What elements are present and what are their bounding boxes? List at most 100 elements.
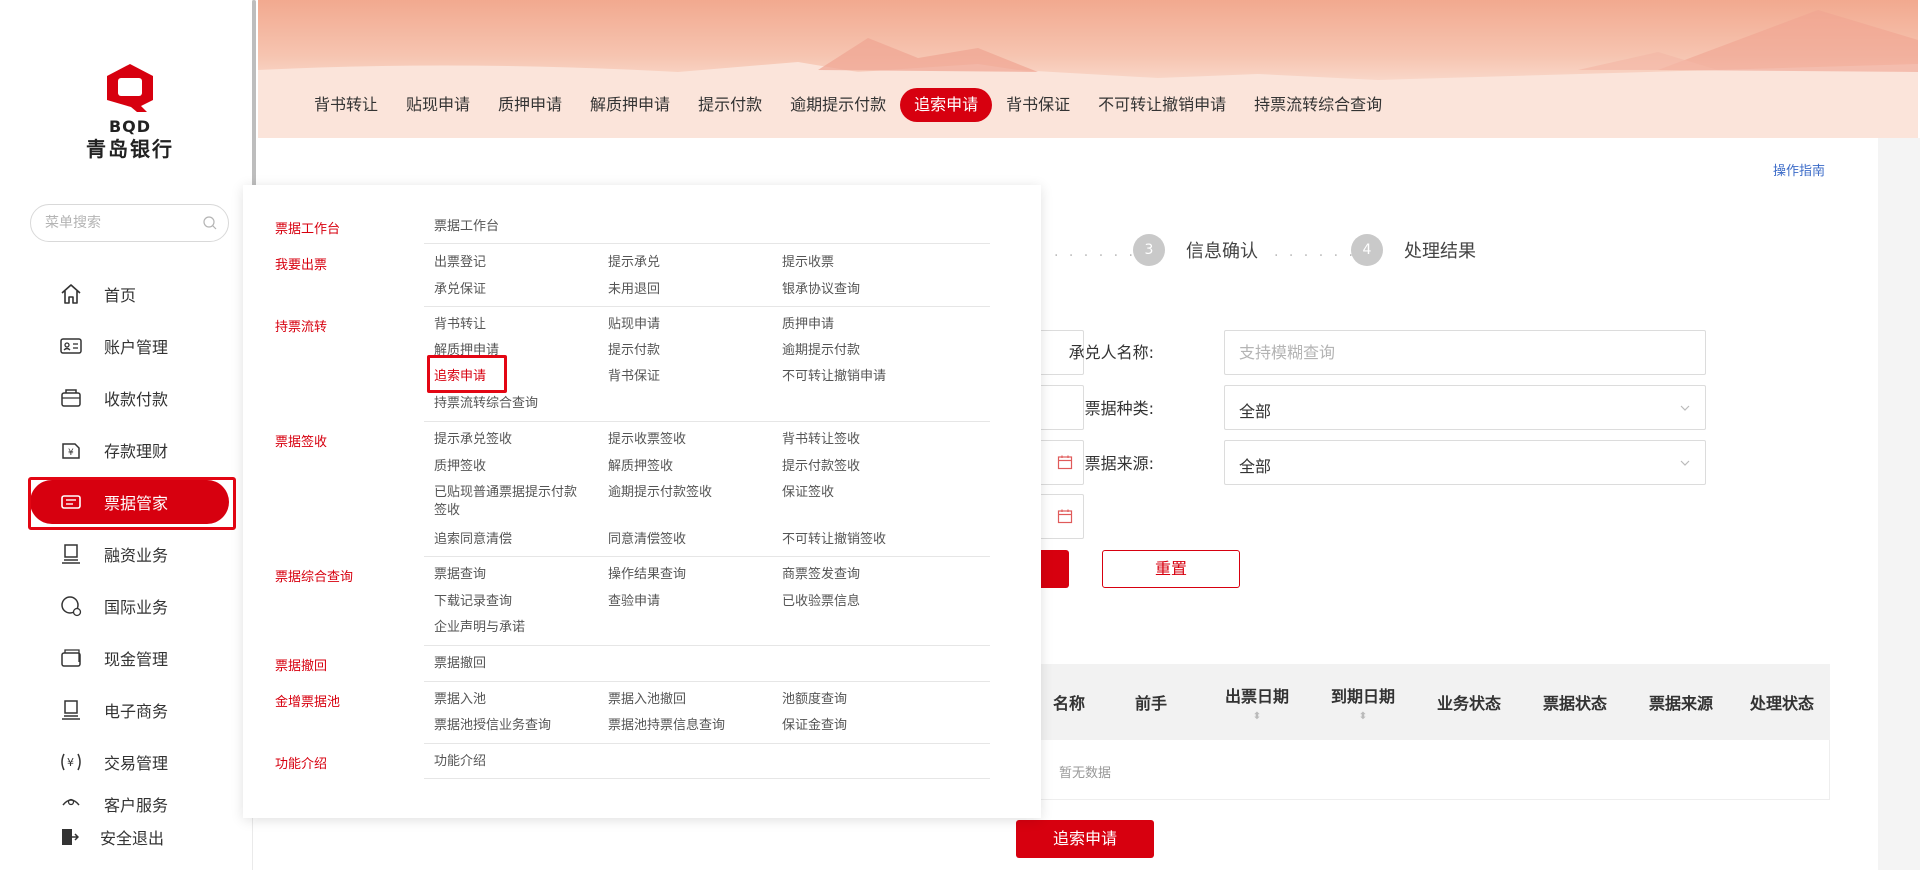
tab-endorse-guarantee[interactable]: 背书保证 xyxy=(992,88,1084,122)
tab-nontransferable-revoke[interactable]: 不可转让撤销申请 xyxy=(1084,88,1240,122)
menu-link[interactable]: 提示承兑 xyxy=(608,254,660,272)
bank-logo[interactable]: BQD 青岛银行 xyxy=(80,62,180,162)
menu-link[interactable]: 已贴现普通票据提示付款签收 xyxy=(434,484,584,520)
sidebar-item-payment[interactable]: 收款付款 xyxy=(30,376,229,420)
acceptor-field[interactable] xyxy=(1224,330,1706,375)
empty-state-text: 暂无数据 xyxy=(1059,766,1112,781)
sidebar-item-transactions[interactable]: ¥ 交易管理 xyxy=(30,740,229,784)
tab-pledge[interactable]: 质押申请 xyxy=(484,88,576,122)
acceptor-label: 承兑人名称: xyxy=(1068,343,1154,362)
calendar-icon[interactable] xyxy=(1057,508,1073,524)
sidebar: BQD 青岛银行 首页 账户管理 收款付款 ¥ 存款理财 票据管家 融资业务 国… xyxy=(0,0,253,870)
menu-link[interactable]: 票据入池 xyxy=(434,691,486,709)
tab-endorse-transfer[interactable]: 背书转让 xyxy=(300,88,392,122)
top-tabs: 背书转让 贴现申请 质押申请 解质押申请 提示付款 逾期提示付款 追索申请 背书… xyxy=(300,88,1396,122)
menu-link[interactable]: 提示付款 xyxy=(608,342,660,360)
sidebar-item-bills[interactable]: 票据管家 xyxy=(30,480,229,524)
menu-link[interactable]: 背书转让 xyxy=(434,316,486,334)
menu-link-recourse[interactable]: 追索申请 xyxy=(434,368,486,386)
menu-link[interactable]: 已收验票信息 xyxy=(782,593,860,611)
tab-discount[interactable]: 贴现申请 xyxy=(392,88,484,122)
menu-link[interactable]: 池额度查询 xyxy=(782,691,847,709)
menu-link[interactable]: 商票签发查询 xyxy=(782,566,860,584)
menu-link[interactable]: 操作结果查询 xyxy=(608,566,686,584)
menu-link[interactable]: 保证金查询 xyxy=(782,717,847,735)
menu-link[interactable]: 保证签收 xyxy=(782,484,834,502)
sidebar-item-deposit[interactable]: ¥ 存款理财 xyxy=(30,428,229,472)
menu-link[interactable]: 未用退回 xyxy=(608,281,660,299)
tab-recourse[interactable]: 追索申请 xyxy=(900,88,993,122)
th-label: 到期日期 xyxy=(1330,686,1395,706)
th-issue-date[interactable]: 出票日期 ⬍ xyxy=(1204,664,1310,740)
recourse-submit-button[interactable]: 追索申请 xyxy=(1016,820,1154,858)
tab-circulation-query[interactable]: 持票流转综合查询 xyxy=(1240,88,1396,122)
sort-icon[interactable]: ⬍ xyxy=(1359,711,1367,722)
sidebar-item-ecommerce[interactable]: 电子商务 xyxy=(30,688,229,732)
menu-search-input[interactable] xyxy=(45,205,205,241)
menu-link[interactable]: 背书转让签收 xyxy=(782,431,860,449)
menu-link[interactable]: 查验申请 xyxy=(608,593,660,611)
sidebar-item-service[interactable]: 客户服务 xyxy=(30,792,229,814)
menu-link[interactable]: 追索同意清偿 xyxy=(434,531,512,549)
menu-link[interactable]: 票据工作台 xyxy=(434,218,499,236)
menu-link[interactable]: 企业声明与承诺 xyxy=(434,619,525,637)
menu-divider xyxy=(424,306,990,307)
th-label: 处理状态 xyxy=(1749,694,1814,713)
reset-button[interactable]: 重置 xyxy=(1102,550,1240,588)
query-button[interactable] xyxy=(1040,550,1069,588)
menu-link[interactable]: 解质押签收 xyxy=(608,458,673,476)
sidebar-item-financing[interactable]: 融资业务 xyxy=(30,532,229,576)
tab-unpledge[interactable]: 解质押申请 xyxy=(576,88,684,122)
finance-icon xyxy=(58,541,84,567)
menu-link[interactable]: 出票登记 xyxy=(434,254,486,272)
sidebar-item-account[interactable]: 账户管理 xyxy=(30,324,229,368)
bill-type-select[interactable]: 全部 xyxy=(1224,385,1706,430)
logout-icon xyxy=(56,824,82,850)
sidebar-item-label: 票据管家 xyxy=(104,494,169,513)
menu-link[interactable]: 提示付款签收 xyxy=(782,458,860,476)
menu-link[interactable]: 票据撤回 xyxy=(434,655,486,673)
menu-link[interactable]: 质押签收 xyxy=(434,458,486,476)
deposit-icon: ¥ xyxy=(58,437,84,463)
operation-guide-link[interactable]: 操作指南 xyxy=(1773,160,1825,179)
menu-link[interactable]: 逾期提示付款签收 xyxy=(608,484,712,502)
menu-link[interactable]: 票据查询 xyxy=(434,566,486,584)
menu-link[interactable]: 贴现申请 xyxy=(608,316,660,334)
menu-link[interactable]: 功能介绍 xyxy=(434,753,486,771)
menu-link[interactable]: 票据入池撤回 xyxy=(608,691,686,709)
menu-link[interactable]: 质押申请 xyxy=(782,316,834,334)
bill-source-select[interactable]: 全部 xyxy=(1224,440,1706,485)
logout-button[interactable]: 安全退出 xyxy=(30,815,229,859)
logo-text-en: BQD xyxy=(108,117,152,136)
logout-label: 安全退出 xyxy=(100,829,165,848)
sidebar-item-cash[interactable]: 现金管理 xyxy=(30,636,229,680)
sort-icon[interactable]: ⬍ xyxy=(1253,711,1261,722)
th-due-date[interactable]: 到期日期 ⬍ xyxy=(1310,664,1416,740)
menu-link[interactable]: 银承协议查询 xyxy=(782,281,860,299)
menu-link[interactable]: 解质押申请 xyxy=(434,342,499,360)
menu-link[interactable]: 背书保证 xyxy=(608,368,660,386)
menu-link[interactable]: 不可转让撤销签收 xyxy=(782,531,886,549)
menu-link[interactable]: 提示收票 xyxy=(782,254,834,272)
menu-link[interactable]: 承兑保证 xyxy=(434,281,486,299)
tab-overdue-payment[interactable]: 逾期提示付款 xyxy=(776,88,900,122)
acceptor-input[interactable] xyxy=(1225,331,1705,374)
menu-link[interactable]: 同意清偿签收 xyxy=(608,531,686,549)
menu-link[interactable]: 提示承兑签收 xyxy=(434,431,512,449)
sidebar-item-home[interactable]: 首页 xyxy=(30,272,229,316)
tab-payment-prompt[interactable]: 提示付款 xyxy=(684,88,776,122)
bill-type-value: 全部 xyxy=(1239,402,1272,421)
menu-link[interactable]: 票据池授信业务查询 xyxy=(434,717,551,735)
menu-link[interactable]: 提示收票签收 xyxy=(608,431,686,449)
th-predecessor: 前手 xyxy=(1098,664,1204,740)
chevron-down-icon xyxy=(1680,405,1690,411)
menu-link[interactable]: 持票流转综合查询 xyxy=(434,395,538,413)
search-icon[interactable] xyxy=(202,215,218,231)
menu-link[interactable]: 逾期提示付款 xyxy=(782,342,860,360)
sidebar-item-international[interactable]: 国际业务 xyxy=(30,584,229,628)
menu-link[interactable]: 下载记录查询 xyxy=(434,593,512,611)
sidebar-item-label: 现金管理 xyxy=(104,650,169,669)
menu-link[interactable]: 票据池持票信息查询 xyxy=(608,717,725,735)
menu-link[interactable]: 不可转让撤销申请 xyxy=(782,368,886,386)
th-bill-source: 票据来源 xyxy=(1628,664,1734,740)
